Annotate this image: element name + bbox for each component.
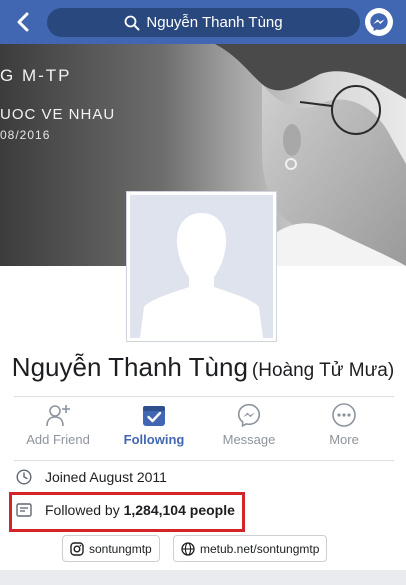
profile-picture[interactable] — [126, 191, 277, 342]
section-separator — [0, 570, 406, 585]
message-label: Message — [222, 432, 276, 447]
divider — [14, 396, 394, 397]
instagram-handle: sontungmtp — [89, 541, 152, 556]
more-icon — [332, 403, 356, 427]
website-url: metub.net/sontungmtp — [200, 541, 320, 556]
profile-page: Nguyễn Thanh Tùng G M-TP UOC VE NHAU 08/… — [0, 0, 406, 585]
following-button[interactable]: Following — [109, 401, 199, 456]
avatar-placeholder — [130, 195, 273, 338]
divider — [14, 460, 394, 461]
following-label: Following — [123, 432, 185, 447]
back-chevron-icon — [17, 12, 29, 32]
add-friend-label: Add Friend — [26, 432, 90, 447]
search-field[interactable]: Nguyễn Thanh Tùng — [47, 8, 360, 37]
instagram-icon — [70, 541, 84, 556]
following-icon — [143, 406, 165, 426]
add-friend-icon — [46, 405, 70, 427]
joined-info-row: Joined August 2011 — [14, 469, 167, 485]
cover-text-line-3: 08/2016 — [0, 128, 51, 142]
add-friend-button[interactable]: Add Friend — [13, 401, 103, 456]
back-button[interactable] — [8, 6, 38, 38]
default-avatar-silhouette-icon — [140, 213, 263, 338]
messenger-icon — [370, 13, 388, 32]
top-navigation-bar: Nguyễn Thanh Tùng — [0, 0, 406, 44]
globe-icon — [181, 541, 195, 556]
clock-icon — [16, 469, 32, 485]
profile-name-row: Nguyễn Thanh Tùng (Hoàng Tử Mưa) — [0, 352, 406, 383]
search-query-text: Nguyễn Thanh Tùng — [146, 14, 283, 31]
instagram-link[interactable]: sontungmtp — [62, 535, 160, 562]
website-link[interactable]: metub.net/sontungmtp — [173, 535, 328, 562]
followers-highlight-box — [9, 492, 245, 532]
messenger-button[interactable] — [365, 8, 393, 36]
profile-actions: Add Friend Following Message More — [0, 401, 406, 456]
cover-text-line-2: UOC VE NHAU — [0, 106, 116, 123]
joined-text: Joined August 2011 — [45, 469, 167, 485]
messenger-icon — [237, 403, 261, 428]
profile-name: Nguyễn Thanh Tùng — [11, 352, 248, 382]
search-icon — [124, 15, 140, 30]
more-button[interactable]: More — [299, 401, 389, 456]
message-button[interactable]: Message — [204, 401, 294, 456]
more-label: More — [329, 432, 359, 447]
cover-text-line-1: G M-TP — [0, 66, 72, 85]
profile-alternate-name: (Hoàng Tử Mưa) — [251, 360, 395, 381]
